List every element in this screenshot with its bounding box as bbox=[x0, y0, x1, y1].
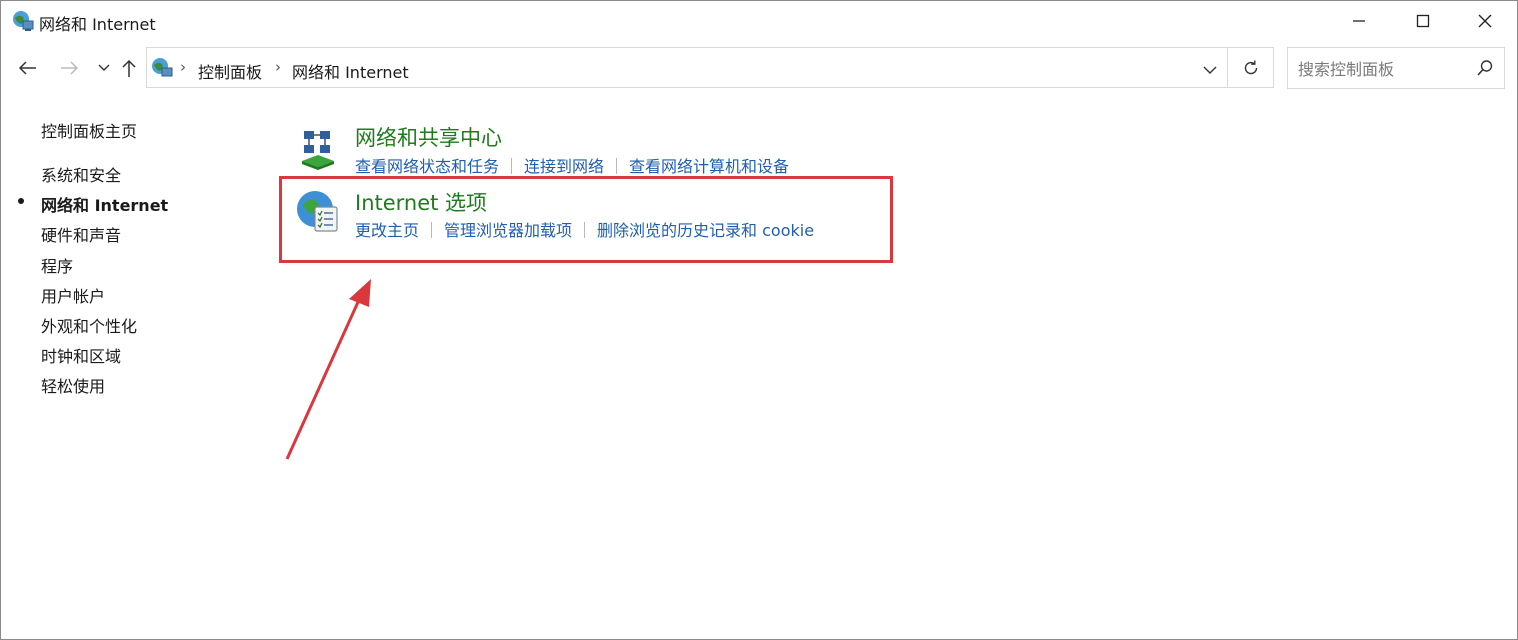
breadcrumb-separator: › bbox=[180, 58, 186, 76]
sidebar-item-clock-region[interactable]: 时钟和区域 bbox=[41, 343, 121, 367]
control-panel-window: 网络和 Internet › 控制面板 › 网络和 Internet 搜索控制面… bbox=[0, 0, 1518, 640]
sidebar-item-appearance[interactable]: 外观和个性化 bbox=[41, 313, 137, 337]
back-button[interactable] bbox=[13, 53, 43, 83]
arrow-up-icon bbox=[122, 59, 136, 77]
up-button[interactable] bbox=[114, 53, 144, 83]
close-button[interactable] bbox=[1453, 1, 1517, 41]
search-box[interactable] bbox=[1287, 47, 1505, 89]
search-input[interactable] bbox=[1296, 57, 1470, 81]
sidebar-item-home[interactable]: 控制面板主页 bbox=[41, 118, 137, 142]
refresh-icon bbox=[1244, 60, 1257, 74]
link-connect-to-network[interactable]: 连接到网络 bbox=[524, 157, 604, 176]
link-divider bbox=[511, 158, 513, 174]
breadcrumb-control-panel[interactable]: 控制面板 bbox=[198, 59, 262, 83]
network-sharing-center-icon bbox=[302, 131, 334, 170]
arrow-right-icon bbox=[61, 61, 79, 75]
category-links: 查看网络状态和任务 连接到网络 查看网络计算机和设备 bbox=[355, 153, 789, 177]
close-icon bbox=[1478, 14, 1492, 28]
sidebar-item-system-security[interactable]: 系统和安全 bbox=[41, 162, 121, 186]
search-icon[interactable] bbox=[1476, 59, 1494, 77]
network-internet-icon bbox=[13, 11, 34, 31]
maximize-button[interactable] bbox=[1391, 1, 1455, 41]
link-view-network-computers[interactable]: 查看网络计算机和设备 bbox=[629, 157, 789, 176]
title-bar: 网络和 Internet bbox=[1, 1, 1517, 43]
address-bar[interactable]: › 控制面板 › 网络和 Internet bbox=[146, 47, 1228, 88]
window-title: 网络和 Internet bbox=[39, 15, 156, 34]
address-dropdown-button[interactable] bbox=[1203, 60, 1217, 79]
breadcrumb-network-internet[interactable]: 网络和 Internet bbox=[292, 59, 409, 83]
sidebar-item-programs[interactable]: 程序 bbox=[41, 253, 73, 277]
arrow-left-icon bbox=[18, 61, 36, 75]
refresh-button[interactable] bbox=[1228, 47, 1274, 88]
chevron-down-icon bbox=[98, 64, 110, 71]
chevron-down-icon bbox=[1203, 66, 1217, 74]
category-title[interactable]: 网络和共享中心 bbox=[355, 122, 502, 152]
sidebar-item-ease-of-access[interactable]: 轻松使用 bbox=[41, 373, 105, 397]
active-bullet-icon bbox=[18, 198, 24, 204]
sidebar-item-network-internet[interactable]: 网络和 Internet bbox=[41, 192, 168, 216]
breadcrumb-separator: › bbox=[275, 58, 281, 76]
forward-button[interactable] bbox=[54, 53, 84, 83]
sidebar-item-user-accounts[interactable]: 用户帐户 bbox=[41, 283, 105, 307]
maximize-icon bbox=[1416, 14, 1430, 28]
minimize-icon bbox=[1353, 20, 1365, 22]
annotation-arrow-icon bbox=[285, 279, 371, 460]
annotation-highlight-box bbox=[279, 176, 893, 263]
sidebar-item-hardware-sound[interactable]: 硬件和声音 bbox=[41, 222, 121, 246]
minimize-button[interactable] bbox=[1327, 1, 1391, 41]
link-view-network-status[interactable]: 查看网络状态和任务 bbox=[355, 157, 499, 176]
control-panel-icon bbox=[152, 58, 173, 77]
link-divider bbox=[616, 158, 618, 174]
